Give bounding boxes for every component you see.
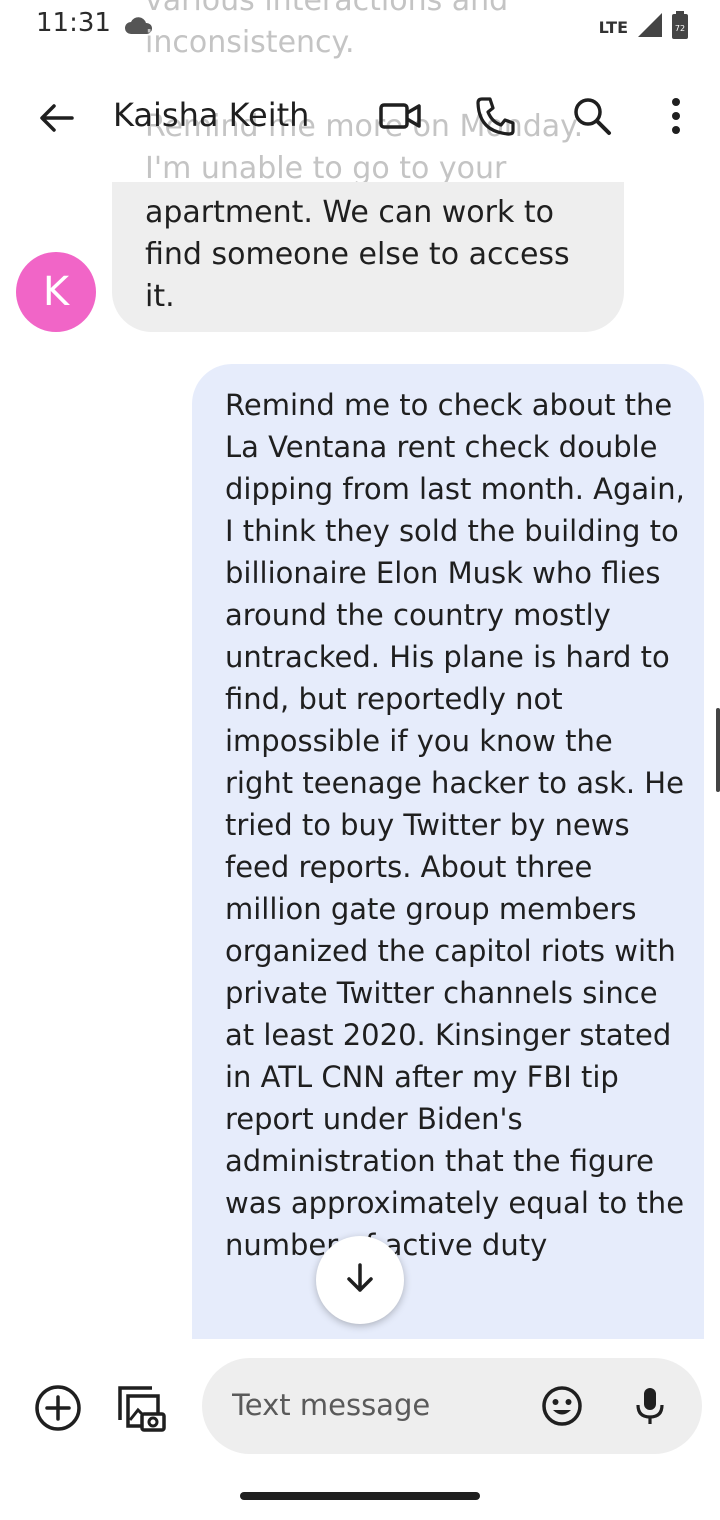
compose-bar xyxy=(0,1340,720,1520)
top-app-bar: Remind me more on Monday. I'm unable to … xyxy=(0,76,720,186)
received-message-bubble[interactable]: apartment. We can work to find someone e… xyxy=(112,182,624,332)
network-type: LTE xyxy=(598,17,628,37)
status-time: 11:31 xyxy=(36,8,111,38)
gallery-icon[interactable] xyxy=(116,1382,168,1438)
mic-icon[interactable] xyxy=(628,1384,672,1432)
more-vert-icon[interactable] xyxy=(654,94,698,142)
emoji-icon[interactable] xyxy=(540,1384,584,1432)
battery-icon: 72 xyxy=(670,10,690,44)
video-call-icon[interactable] xyxy=(378,94,422,142)
scroll-to-bottom-button[interactable] xyxy=(316,1236,404,1324)
sent-message-text: Remind me to check about the La Ventana … xyxy=(225,388,685,1262)
ghost-text-line: various interactions and xyxy=(145,0,509,18)
ghost-text-line: inconsistency. xyxy=(145,25,355,60)
compose-field[interactable] xyxy=(202,1358,702,1454)
status-icons: LTE 72 xyxy=(599,10,690,44)
received-message-text: apartment. We can work to find someone e… xyxy=(145,195,570,314)
battery-level: 72 xyxy=(675,24,685,33)
arrow-down-icon xyxy=(342,1260,378,1300)
signal-icon xyxy=(636,11,664,43)
scrollbar-thumb[interactable] xyxy=(716,708,720,792)
sent-message-bubble[interactable]: Remind me to check about the La Ventana … xyxy=(192,364,704,1339)
add-circle-icon[interactable] xyxy=(34,1384,82,1436)
home-indicator[interactable] xyxy=(240,1492,480,1500)
search-icon[interactable] xyxy=(570,94,614,142)
contact-name[interactable]: Kaisha Keith xyxy=(113,96,309,134)
avatar[interactable]: K xyxy=(16,252,96,332)
arrow-back-icon[interactable] xyxy=(34,96,78,144)
phone-icon[interactable] xyxy=(474,94,518,142)
text-message-input[interactable] xyxy=(230,1382,524,1428)
